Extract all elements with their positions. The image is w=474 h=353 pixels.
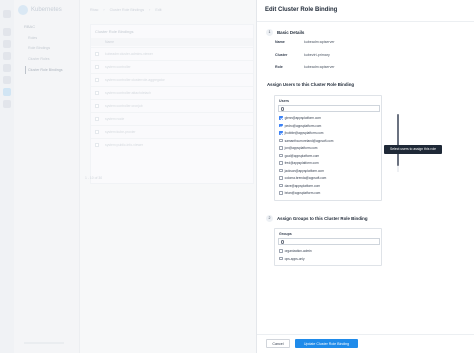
users-label: Users [279,99,289,103]
user-option[interactable]: jhubble@appsplatform.com [279,130,323,136]
user-option[interactable]: dave@appsplatform.com [279,183,320,189]
step-number-1: 1 [266,29,273,36]
users-search-input[interactable] [286,106,366,111]
name-value: kubeadm:apiserver [304,40,335,44]
role-label: Role [275,65,283,69]
step-number-2: 2 [266,215,273,222]
cluster-value: kubevirt-primary [304,53,330,57]
user-option[interactable]: jon@appsplatform.com [279,145,317,151]
modal-backdrop[interactable] [0,0,256,353]
edit-drawer: Edit Cluster Role Binding 1 Basic Detail… [256,0,474,353]
checkbox[interactable] [279,116,283,120]
checkbox[interactable] [279,249,283,253]
user-option[interactable]: goal@appsplatform.com [279,153,319,159]
search-icon [280,107,284,111]
user-option[interactable]: pedro@appsplatform.com [279,123,321,129]
role-value: kubeadm:apiserver [304,65,335,69]
checkbox[interactable] [279,191,283,195]
drawer-title: Edit Cluster Role Binding [265,7,338,13]
assign-groups-title: Assign Groups to this Cluster Role Bindi… [277,216,368,221]
users-scrollbar[interactable] [397,114,399,172]
checkbox[interactable] [279,161,283,165]
groups-search[interactable] [278,238,380,245]
groups-search-input[interactable] [286,239,366,244]
checkbox[interactable] [279,168,283,173]
groups-label: Groups [279,232,292,236]
basic-details-title: Basic Details [277,30,305,35]
group-option[interactable]: organization-admin [279,248,312,254]
cluster-label: Cluster [275,53,288,57]
checkbox[interactable] [279,153,283,158]
scroll-thumb[interactable] [397,114,399,166]
update-cluster-role-binding-button[interactable]: Update Cluster Role Binding [295,339,358,348]
assign-users-title: Assign Users to this Cluster Role Bindin… [267,82,355,87]
name-label: Name [275,40,285,44]
user-option[interactable]: coloma.brenda@appsoft.com [279,175,326,181]
search-icon [280,240,284,244]
user-option[interactable]: glenn@appsplatform.com [279,115,321,121]
checkbox[interactable] [279,123,283,128]
user-option[interactable]: fred@appsplatform.com [279,160,319,166]
user-option[interactable]: jackson@appsplatform.com [279,168,324,174]
user-option[interactable]: samantha.moreland@appsoft.com [279,138,333,144]
tooltip: Select users to assign this role [384,145,442,154]
group-option[interactable]: ops-apps-only [279,256,305,262]
checkbox[interactable] [279,183,283,188]
users-listbox: Users glenn@appsplatform.com pedro@appsp… [274,95,399,201]
checkbox[interactable] [279,138,283,143]
footer-divider [257,334,474,335]
cancel-button[interactable]: Cancel [266,339,290,348]
checkbox[interactable] [279,131,283,135]
divider [257,21,474,22]
users-search[interactable] [278,105,380,112]
checkbox[interactable] [279,146,283,150]
user-option[interactable]: brian@appsplatform.com [279,190,320,196]
checkbox[interactable] [279,176,283,180]
groups-listbox: Groups organization-admin ops-apps-only [274,228,382,266]
checkbox[interactable] [279,256,283,261]
